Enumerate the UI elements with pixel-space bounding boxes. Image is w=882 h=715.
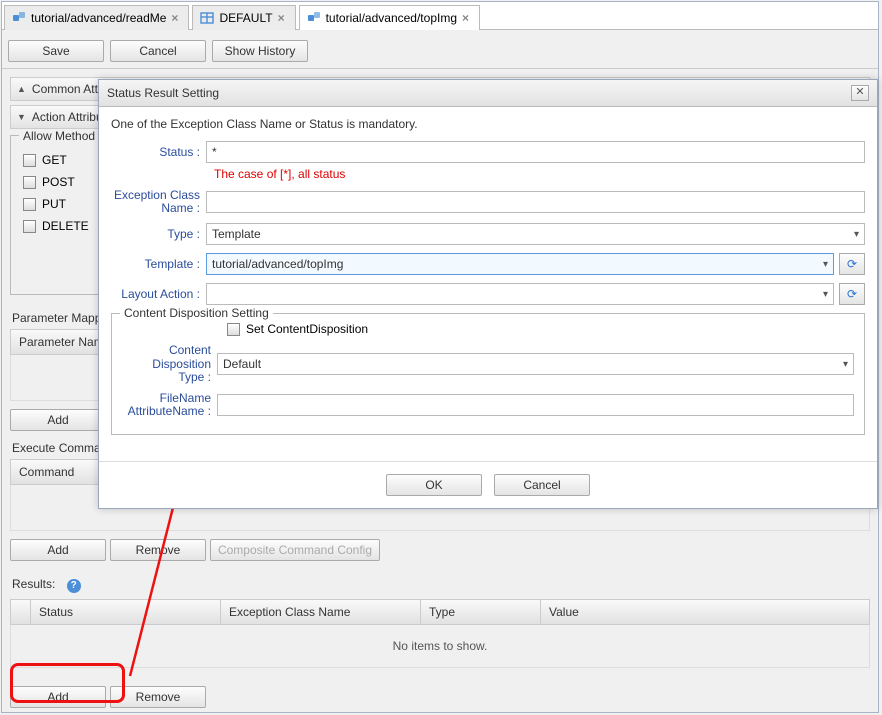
show-history-button[interactable]: Show History (212, 40, 308, 62)
layout-action-label: Layout Action : (111, 287, 206, 301)
status-input[interactable] (206, 141, 865, 163)
dialog-title: Status Result Setting (107, 86, 219, 100)
status-label: Status : (111, 145, 206, 159)
chevron-up-icon: ▲ (17, 84, 26, 94)
content-disposition-type-label: Content Disposition Type : (122, 344, 217, 384)
status-result-setting-dialog: Status Result Setting ✕ One of the Excep… (98, 79, 878, 509)
fieldset-legend: Content Disposition Setting (120, 306, 273, 320)
tab-topimg[interactable]: tutorial/advanced/topImg × (299, 5, 480, 30)
refresh-icon: ⟳ (847, 257, 857, 271)
table-icon (200, 11, 214, 25)
composite-command-config-button[interactable]: Composite Command Config (210, 539, 380, 561)
dialog-cancel-button[interactable]: Cancel (494, 474, 590, 496)
chevron-down-icon: ▾ (843, 359, 848, 370)
main-toolbar: Save Cancel Show History (2, 30, 878, 69)
save-button[interactable]: Save (8, 40, 104, 62)
tab-label: DEFAULT (219, 11, 272, 25)
checkbox-icon (23, 198, 36, 211)
filename-attribute-label: FileName AttributeName : (122, 392, 217, 418)
col-status: Status (31, 600, 221, 624)
results-header: Status Exception Class Name Type Value (10, 599, 870, 625)
layout-action-select[interactable]: ▾ (206, 283, 834, 305)
checkbox-icon (23, 154, 36, 167)
tab-label: tutorial/advanced/topImg (326, 11, 457, 25)
chevron-down-icon: ▾ (823, 289, 828, 300)
tab-bar: tutorial/advanced/readMe × DEFAULT × tut… (2, 2, 878, 30)
col-type: Type (421, 600, 541, 624)
checkbox-icon[interactable] (227, 323, 240, 336)
status-hint: The case of [*], all status (214, 167, 865, 181)
results-add-button[interactable]: Add (10, 686, 106, 708)
template-label: Template : (111, 257, 206, 271)
dialog-mandatory-note: One of the Exception Class Name or Statu… (111, 117, 865, 131)
filename-attribute-input[interactable] (217, 394, 854, 416)
results-label: Results: (12, 577, 55, 591)
chevron-down-icon: ▾ (854, 229, 859, 240)
content-disposition-type-select[interactable]: Default ▾ (217, 353, 854, 375)
tab-label: tutorial/advanced/readMe (31, 11, 166, 25)
results-remove-button[interactable]: Remove (110, 686, 206, 708)
param-add-button[interactable]: Add (10, 409, 106, 431)
cancel-button[interactable]: Cancel (110, 40, 206, 62)
entity-icon (307, 11, 321, 25)
cmd-add-button[interactable]: Add (10, 539, 106, 561)
close-icon[interactable]: × (278, 11, 285, 25)
col-value: Value (541, 600, 869, 624)
template-refresh-button[interactable]: ⟳ (839, 253, 865, 275)
chevron-down-icon: ▾ (823, 259, 828, 270)
set-content-disposition-label: Set ContentDisposition (246, 322, 368, 336)
cmd-remove-button[interactable]: Remove (110, 539, 206, 561)
template-select[interactable]: tutorial/advanced/topImg ▾ (206, 253, 834, 275)
ok-button[interactable]: OK (386, 474, 482, 496)
checkbox-icon (23, 220, 36, 233)
help-icon[interactable]: ? (67, 579, 81, 593)
chevron-down-icon: ▼ (17, 112, 26, 122)
col-exception: Exception Class Name (221, 600, 421, 624)
refresh-icon: ⟳ (847, 287, 857, 301)
tab-readme[interactable]: tutorial/advanced/readMe × (4, 5, 189, 30)
tab-default[interactable]: DEFAULT × (192, 5, 295, 30)
checkbox-icon (23, 176, 36, 189)
dialog-titlebar[interactable]: Status Result Setting ✕ (99, 80, 877, 107)
exception-class-input[interactable] (206, 191, 865, 213)
content-disposition-fieldset: Content Disposition Setting Set ContentD… (111, 313, 865, 435)
layout-refresh-button[interactable]: ⟳ (839, 283, 865, 305)
fieldset-legend: Allow Method (19, 129, 99, 143)
entity-icon (12, 11, 26, 25)
close-icon[interactable]: ✕ (851, 85, 869, 101)
close-icon[interactable]: × (171, 11, 178, 25)
type-label: Type : (111, 227, 206, 241)
type-select[interactable]: Template ▾ (206, 223, 865, 245)
no-items-message: No items to show. (10, 625, 870, 668)
exception-class-label: Exception Class Name : (111, 189, 206, 215)
close-icon[interactable]: × (462, 11, 469, 25)
